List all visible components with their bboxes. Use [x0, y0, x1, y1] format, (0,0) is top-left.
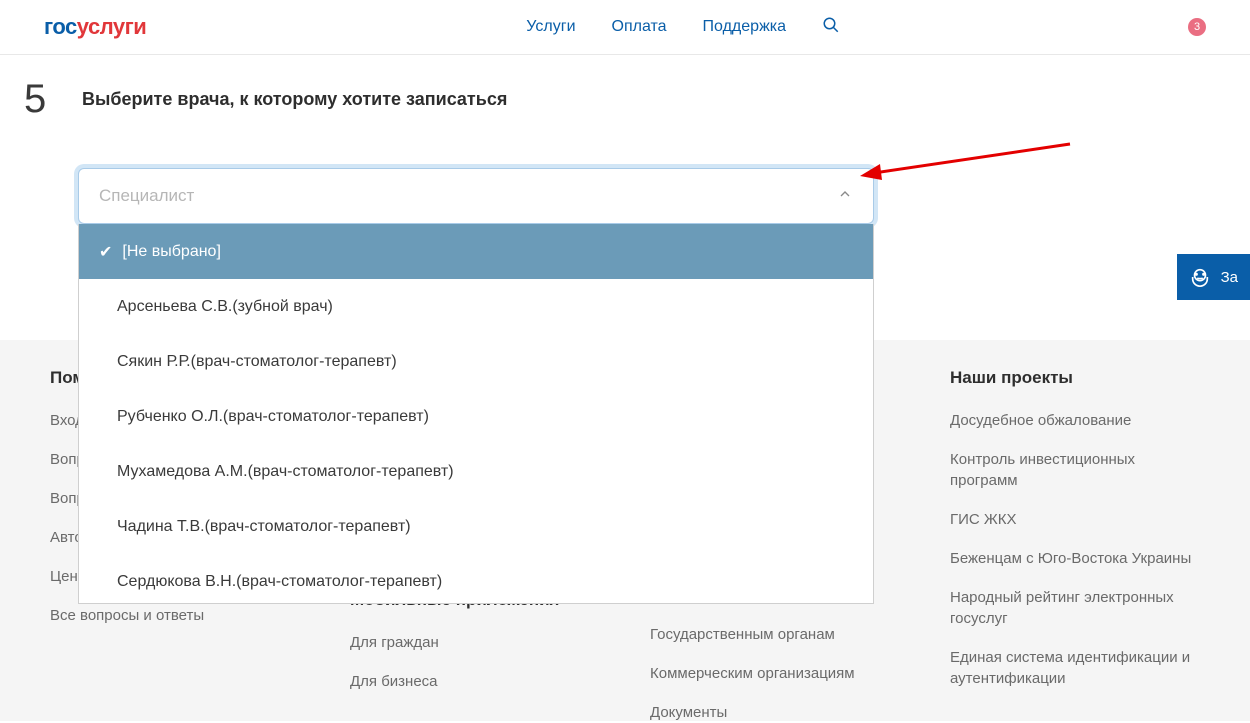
nav-support[interactable]: Поддержка	[703, 18, 786, 36]
dropdown-option[interactable]: Мухамедова А.М.(врач-стоматолог-терапевт…	[79, 444, 873, 499]
footer-projects-heading: Наши проекты	[950, 368, 1206, 388]
logo-part-gos: гос	[44, 14, 77, 39]
dropdown-option-label: Мухамедова А.М.(врач-стоматолог-терапевт…	[117, 463, 454, 481]
footer-mobile-link[interactable]: Для бизнеса	[350, 671, 590, 692]
dropdown-option-none[interactable]: ✔ [Не выбрано]	[79, 224, 873, 279]
ask-tab-label: За	[1221, 269, 1238, 286]
dropdown-option[interactable]: Сякин Р.Р.(врач-стоматолог-терапевт)	[79, 334, 873, 389]
dropdown-field[interactable]: Специалист	[78, 168, 874, 224]
footer-mobile-link[interactable]: Для граждан	[350, 632, 590, 653]
header: госуслуги Услуги Оплата Поддержка 3	[0, 0, 1250, 55]
dropdown-option[interactable]: Чадина Т.В.(врач-стоматолог-терапевт)	[79, 499, 873, 554]
dropdown-placeholder: Специалист	[99, 186, 194, 206]
arrow-annotation-icon	[860, 138, 1080, 190]
dropdown-option[interactable]: Рубченко О.Л.(врач-стоматолог-терапевт)	[79, 389, 873, 444]
dropdown-option-label: Арсеньева С.В.(зубной врач)	[117, 298, 333, 316]
dropdown-option-label: Сякин Р.Р.(врач-стоматолог-терапевт)	[117, 353, 397, 371]
nav-services[interactable]: Услуги	[526, 18, 575, 36]
footer-projects-link[interactable]: Контроль инвестиционных программ	[950, 449, 1206, 491]
footer-partners-link[interactable]: Коммерческим организациям	[650, 663, 890, 684]
footer-projects-link[interactable]: Досудебное обжалование	[950, 410, 1206, 431]
main-nav: Услуги Оплата Поддержка	[526, 16, 840, 39]
footer-partners-link[interactable]: Государственным органам	[650, 624, 890, 645]
headset-icon	[1189, 266, 1211, 288]
check-icon: ✔	[99, 242, 112, 262]
step-number: 5	[24, 77, 58, 122]
footer-help-link[interactable]: Все вопросы и ответы	[50, 605, 290, 626]
ask-question-tab[interactable]: За	[1177, 254, 1250, 300]
logo-part-uslugi: услуги	[77, 14, 147, 39]
chevron-up-icon	[837, 186, 853, 207]
step-row: 5 Выберите врача, к которому хотите запи…	[0, 55, 1250, 122]
dropdown-option-label: Сердюкова В.Н.(врач-стоматолог-терапевт)	[117, 573, 442, 591]
specialist-dropdown: Специалист ✔ [Не выбрано] Арсеньева С.В.…	[78, 168, 874, 224]
footer-projects-link[interactable]: ГИС ЖКХ	[950, 509, 1206, 530]
dropdown-option-label: Чадина Т.В.(врач-стоматолог-терапевт)	[117, 518, 411, 536]
dropdown-list[interactable]: ✔ [Не выбрано] Арсеньева С.В.(зубной вра…	[78, 224, 874, 604]
footer-projects-link[interactable]: Единая система идентификации и аутентифи…	[950, 647, 1206, 689]
footer-partners-link[interactable]: Документы	[650, 702, 890, 723]
logo[interactable]: госуслуги	[44, 14, 146, 40]
footer-projects-link[interactable]: Народный рейтинг электронных госуслуг	[950, 587, 1206, 629]
search-icon[interactable]	[822, 16, 840, 39]
step-title: Выберите врача, к которому хотите записа…	[82, 89, 507, 110]
dropdown-option[interactable]: Сердюкова В.Н.(врач-стоматолог-терапевт)	[79, 554, 873, 604]
dropdown-option[interactable]: Арсеньева С.В.(зубной врач)	[79, 279, 873, 334]
notification-badge[interactable]: 3	[1188, 18, 1206, 36]
dropdown-option-label: Рубченко О.Л.(врач-стоматолог-терапевт)	[117, 408, 429, 426]
nav-payment[interactable]: Оплата	[612, 18, 667, 36]
footer-col-projects: Наши проекты Досудебное обжалование Конт…	[950, 368, 1206, 721]
footer-projects-link[interactable]: Беженцам с Юго-Востока Украины	[950, 548, 1206, 569]
dropdown-option-label: [Не выбрано]	[122, 243, 220, 261]
